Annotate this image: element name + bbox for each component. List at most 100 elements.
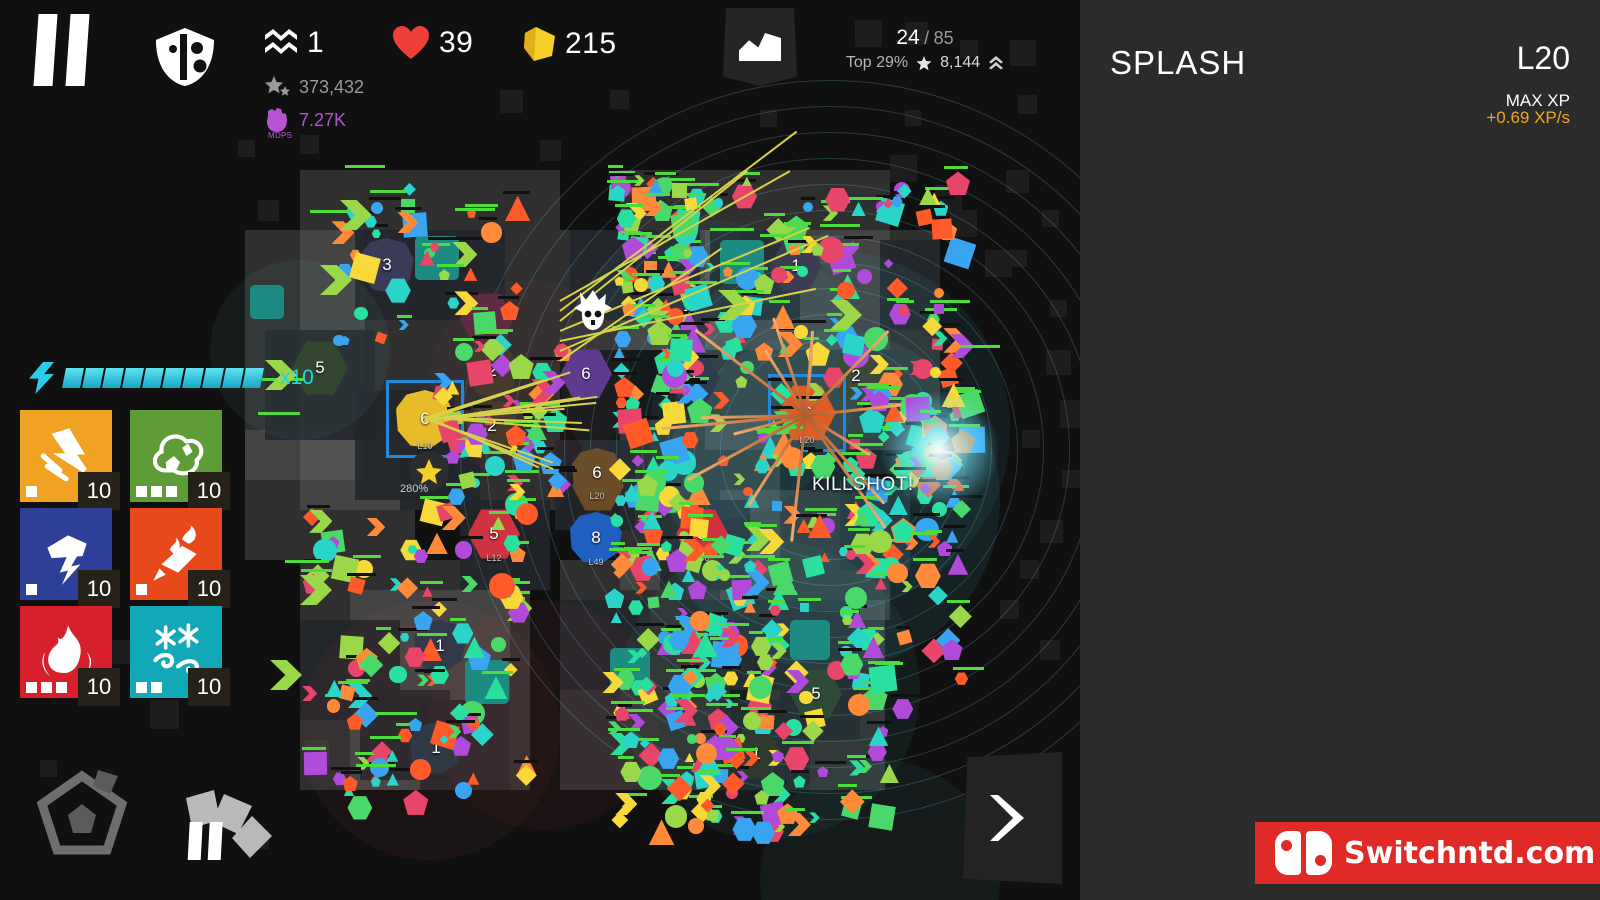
enemy-unit <box>933 303 944 314</box>
enemy-unit <box>669 338 694 363</box>
enemy-unit <box>370 758 389 777</box>
enemy-health-bar <box>498 295 519 299</box>
enemy-health-bar <box>330 767 362 771</box>
enemy-unit <box>484 456 505 477</box>
switch-logo-icon <box>1275 831 1332 875</box>
enemy-health-bar <box>756 523 776 527</box>
wave-graph-button[interactable] <box>723 8 797 86</box>
tower-detail-panel: 12:10 SPLASH L20 MAX XP +0.69 XP/s 2.93K <box>1080 0 1600 900</box>
enemy-health-bar <box>482 671 514 675</box>
enemy-health-bar <box>345 165 385 168</box>
enemy-health-bar <box>340 770 362 774</box>
enemy-health-bar <box>678 321 705 325</box>
enemy-unit <box>458 471 476 490</box>
enemy-health-bar <box>472 405 492 409</box>
powerup-count: 10 <box>78 570 120 608</box>
enemy-health-bar <box>832 269 852 273</box>
enemy-health-bar <box>417 633 447 637</box>
enemy-health-bar <box>687 514 714 518</box>
enemy-health-bar <box>748 631 764 635</box>
enemy-health-bar <box>697 770 719 774</box>
lightning-icon <box>29 362 54 394</box>
enemy-health-bar <box>767 599 785 603</box>
enemy-health-bar <box>867 385 899 389</box>
enemy-unit <box>844 586 867 609</box>
enemy-health-bar <box>726 747 758 751</box>
enemy-health-bar <box>677 658 708 662</box>
enemy-unit <box>400 198 415 213</box>
enemy-health-bar <box>843 544 866 548</box>
enemy-health-bar <box>787 239 806 243</box>
star-cluster-icon <box>265 76 290 96</box>
enemy-health-bar <box>610 542 626 546</box>
health-value: 39 <box>439 26 474 59</box>
powerup-pips <box>26 584 37 595</box>
enemy-health-bar <box>866 721 892 725</box>
enemy-health-bar <box>679 501 694 505</box>
enemy-health-bar <box>839 609 860 613</box>
enemy-health-bar <box>665 669 684 673</box>
enemy-unit <box>842 333 866 357</box>
energy-segment <box>182 368 204 388</box>
enemy-unit <box>857 268 873 284</box>
enemy-health-bar <box>352 555 382 559</box>
enemy-health-bar <box>746 670 762 674</box>
rank-total: 85 <box>933 28 954 48</box>
watermark: Switchntd.com <box>1255 822 1600 884</box>
enemy-unit <box>837 281 855 299</box>
enemy-health-bar <box>611 357 640 361</box>
energy-segment <box>142 368 164 388</box>
enemy-health-bar <box>785 807 805 811</box>
enemy-health-bar <box>607 165 624 169</box>
next-wave-button[interactable] <box>963 752 1062 884</box>
pause-button[interactable] <box>33 14 96 86</box>
enemy-health-bar <box>914 204 945 208</box>
power-up-storm-cloud[interactable]: 10 <box>20 508 120 608</box>
board-tool-tile <box>250 285 284 319</box>
pentagon-button[interactable] <box>36 768 128 856</box>
score-stat: 373,432 <box>264 76 364 98</box>
enemy-health-bar <box>375 712 417 715</box>
energy-segment <box>162 368 184 388</box>
board-tool-tile <box>790 620 830 660</box>
enemy-unit <box>426 532 448 555</box>
wave-stat: 1 <box>264 26 324 60</box>
enemy-health-bar <box>844 236 873 240</box>
enemy-health-bar <box>502 190 530 194</box>
enemy-health-bar <box>619 231 640 235</box>
enemy-health-bar <box>847 755 867 759</box>
powerup-grid[interactable]: 10 10 10 10 10 10 <box>20 410 230 706</box>
enemy-health-bar <box>710 637 730 641</box>
enemy-health-bar <box>939 378 965 382</box>
wave-value: 1 <box>307 26 325 59</box>
dps-value: 7.27K <box>299 109 347 130</box>
energy-segment <box>62 368 84 388</box>
power-up-lightning-strike[interactable]: 10 <box>20 410 120 510</box>
enemy-health-bar <box>618 704 633 707</box>
power-up-freeze[interactable]: 10 <box>130 606 230 706</box>
enemy-health-bar <box>669 178 696 182</box>
enemy-health-bar <box>609 172 636 176</box>
fan-button[interactable] <box>180 778 280 860</box>
enemy-health-bar <box>852 687 873 691</box>
enemy-health-bar <box>310 210 350 213</box>
enemy-health-bar <box>792 319 827 323</box>
power-up-inferno[interactable]: 10 <box>20 606 120 706</box>
enemy-health-bar <box>634 622 665 626</box>
enemy-unit <box>868 664 897 694</box>
enemy-health-bar <box>896 299 915 303</box>
shield-button[interactable] <box>152 26 218 88</box>
enemy-health-bar <box>800 715 825 719</box>
enemy-health-bar <box>350 696 378 700</box>
power-up-rock-cloud[interactable]: 10 <box>130 410 230 510</box>
tower-level-badge: L20 <box>1516 40 1570 76</box>
power-up-napalm[interactable]: 10 <box>130 508 230 608</box>
enemy-health-bar <box>513 759 539 763</box>
hud-top-bar: 1 39 215 373,432 7.27K MDPS 24 / 85 Top … <box>0 0 1080 150</box>
enemy-health-bar <box>415 669 446 673</box>
gem-icon <box>524 27 555 61</box>
enemy-health-bar <box>608 548 642 552</box>
enemy-unit <box>915 208 934 227</box>
chevron-right-icon <box>990 795 1024 841</box>
enemy-health-bar <box>867 661 900 665</box>
